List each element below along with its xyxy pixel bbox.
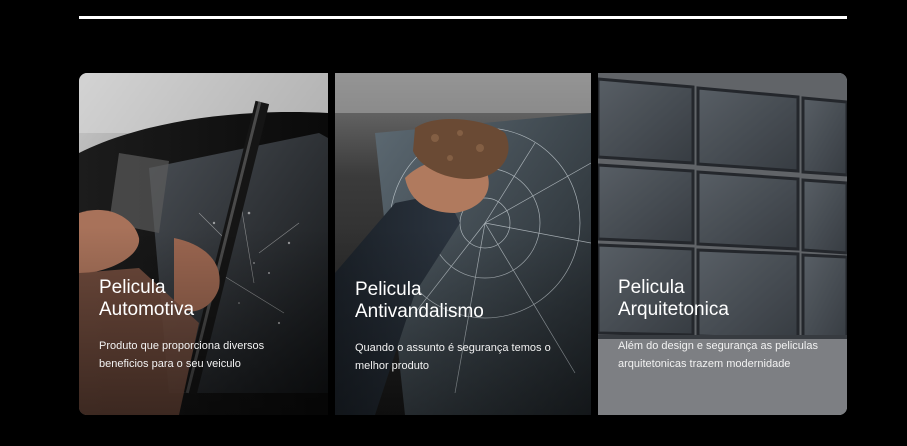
card-architectural[interactable]: Pelicula Arquitetonica Além do design e … — [598, 73, 847, 415]
top-divider — [79, 16, 847, 19]
card-automotive[interactable]: Pelicula Automotiva Produto que proporci… — [79, 73, 328, 415]
card-description-automotive: Produto que proporciona diversos benefic… — [99, 340, 265, 370]
card-title-antivandalism: Pelicula Antivandalismo — [355, 279, 484, 322]
card-description-antivandalism: Quando o assunto é segurança temos o mel… — [355, 342, 551, 372]
card-title-automotive: Pelicula Automotiva — [99, 277, 195, 320]
card-antivandalism[interactable]: Pelicula Antivandalismo Quando o assunto… — [335, 73, 591, 415]
card-text-architectural: Pelicula Arquitetonica Além do design e … — [618, 277, 831, 373]
card-text-antivandalism: Pelicula Antivandalismo Quando o assunto… — [355, 279, 575, 375]
services-section: Pelicula Automotiva Produto que proporci… — [79, 73, 847, 415]
card-text-automotive: Pelicula Automotiva Produto que proporci… — [99, 277, 312, 373]
card-title-architectural: Pelicula Arquitetonica — [618, 277, 729, 320]
card-description-architectural: Além do design e segurança as peliculas … — [618, 340, 818, 370]
